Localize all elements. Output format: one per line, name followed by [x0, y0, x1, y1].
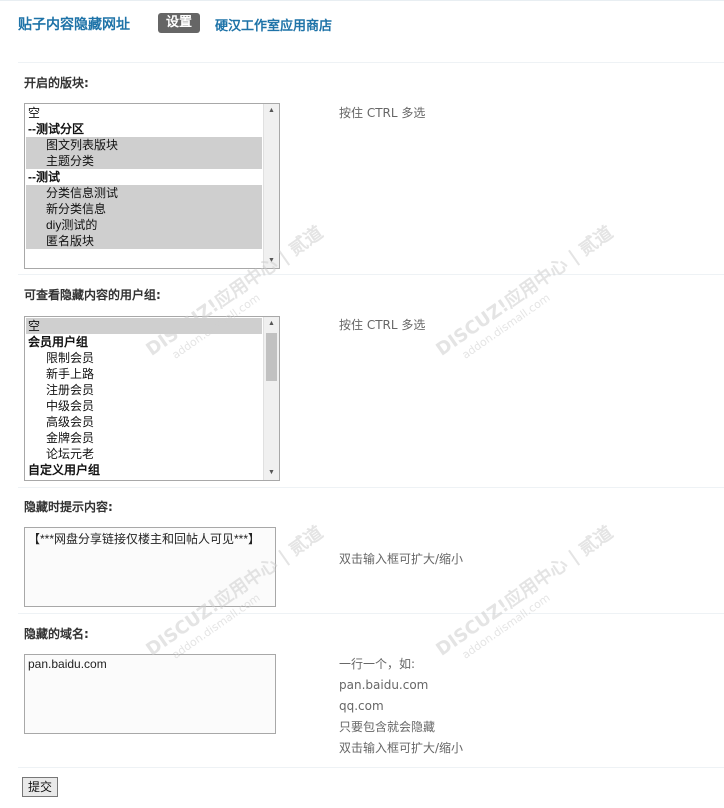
domains-hint: 一行一个，如: pan.baidu.com qq.com 只要包含就会隐藏 双击… [339, 654, 463, 759]
usergroups-hint: 按住 CTRL 多选 [339, 318, 426, 332]
submit-button[interactable]: 提交 [22, 777, 59, 797]
select-option[interactable]: 匿名版块 [26, 233, 262, 249]
divider [18, 613, 724, 614]
domains-textarea[interactable]: pan.baidu.com [24, 654, 276, 734]
forums-options: 空 --测试分区 图文列表版块 主题分类 --测试 分类信息测试 新分类信息 diy测试的 匿名… [26, 105, 262, 249]
app-store-link[interactable]: 硬汉工作室应用商店 [215, 15, 332, 34]
usergroups-scrollbar[interactable]: ▲ ▼ [263, 317, 279, 480]
usergroups-label: 可查看隐藏内容的用户组: [24, 288, 161, 302]
select-option[interactable]: --测试 [26, 169, 262, 185]
page-header: 贴子内容隐藏网址 设置 硬汉工作室应用商店 [18, 13, 718, 36]
scroll-down-icon[interactable]: ▼ [264, 466, 279, 480]
select-option[interactable]: 空 [26, 105, 262, 121]
select-option[interactable]: 主题分类 [26, 153, 262, 169]
forums-label: 开启的版块: [24, 76, 89, 90]
divider [18, 62, 724, 63]
select-option[interactable]: 图文列表版块 [26, 137, 262, 153]
select-option[interactable]: 分类信息测试 [26, 185, 262, 201]
select-option[interactable]: 注册会员 [26, 382, 262, 398]
domains-hint-line: 只要包含就会隐藏 [339, 720, 436, 734]
select-option[interactable]: 高级会员 [26, 414, 262, 430]
tip-label: 隐藏时提示内容: [24, 500, 113, 514]
domains-hint-line: qq.com [339, 699, 384, 713]
select-option[interactable]: 新分类信息 [26, 201, 262, 217]
watermark: DISCUZ!应用中心 | 贰道 addon.dismall.com [432, 522, 618, 662]
domains-hint-line: pan.baidu.com [339, 678, 429, 692]
page-title: 贴子内容隐藏网址 [18, 17, 130, 33]
select-option[interactable]: 论坛元老 [26, 446, 262, 462]
domains-label: 隐藏的域名: [24, 627, 89, 641]
watermark: DISCUZ!应用中心 | 贰道 addon.dismall.com [432, 222, 618, 362]
divider [18, 274, 724, 275]
divider [18, 767, 724, 768]
scroll-up-icon[interactable]: ▲ [264, 317, 279, 331]
tab-settings[interactable]: 设置 [158, 13, 201, 33]
scroll-thumb[interactable] [266, 333, 277, 381]
select-option[interactable]: diy测试的 [26, 217, 262, 233]
forums-hint: 按住 CTRL 多选 [339, 106, 426, 120]
tip-hint: 双击输入框可扩大/缩小 [339, 552, 464, 566]
select-option[interactable]: 限制会员 [26, 350, 262, 366]
select-option[interactable]: 中级会员 [26, 398, 262, 414]
top-border [0, 0, 724, 1]
select-option[interactable]: 金牌会员 [26, 430, 262, 446]
forums-select[interactable]: 空 --测试分区 图文列表版块 主题分类 --测试 分类信息测试 新分类信息 diy测试的 匿名… [24, 103, 280, 269]
select-option[interactable]: 自定义用户组 [26, 462, 262, 478]
scroll-up-icon[interactable]: ▲ [264, 104, 279, 118]
select-option[interactable]: --测试分区 [26, 121, 262, 137]
select-option[interactable]: 新手上路 [26, 366, 262, 382]
divider [18, 487, 724, 488]
domains-hint-line: 双击输入框可扩大/缩小 [339, 741, 464, 755]
